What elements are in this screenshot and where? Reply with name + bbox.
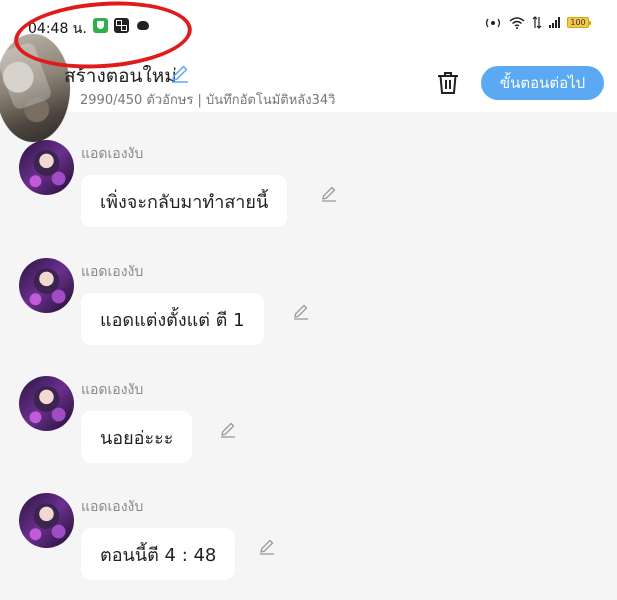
sender-name: แอดเองงับ — [81, 264, 144, 280]
next-step-button[interactable]: ขั้นตอนต่อไป — [481, 66, 604, 100]
battery-icon: 100 — [567, 17, 591, 28]
character-count-autosave: 2990/450 ตัวอักษร | บันทึกอัตโนมัติหลัง3… — [80, 93, 336, 108]
signal-icon — [549, 17, 560, 28]
edit-pencil-icon[interactable] — [258, 537, 276, 555]
avatar — [19, 140, 74, 195]
message-bubble[interactable]: แอดแต่งตั้งแต่ ตี 1 — [81, 293, 264, 345]
page-title: สร้างตอนใหม่ — [64, 65, 177, 87]
shield-app-icon — [93, 18, 108, 33]
edit-pencil-icon[interactable] — [320, 184, 338, 202]
trash-icon[interactable] — [436, 70, 460, 96]
message-bubble[interactable]: นอยอ่ะะะ — [81, 411, 193, 463]
qr-app-icon — [114, 18, 129, 33]
pencil-icon[interactable] — [170, 63, 190, 83]
avatar — [19, 258, 74, 313]
top-area: 04:48 น. 100 สร้างตอนใหม่ 2990/450 ตัวอั… — [0, 0, 617, 142]
sender-name: แอดเองงับ — [81, 499, 144, 515]
sender-name: แอดเองงับ — [81, 146, 144, 162]
chat-list: แอดเองงับ เพิ่งจะกลับมาทำสายนี้ แอดเองงั… — [0, 112, 617, 600]
avatar — [19, 493, 74, 548]
discord-icon — [136, 18, 151, 33]
edit-pencil-icon[interactable] — [292, 302, 310, 320]
status-indicators: 100 — [484, 16, 591, 29]
message-bubble[interactable]: เพิ่งจะกลับมาทำสายนี้ — [81, 175, 288, 227]
status-bar: 04:48 น. 100 — [0, 0, 617, 52]
wifi-icon — [509, 16, 525, 29]
hotspot-icon — [485, 18, 501, 27]
sender-name: แอดเองงับ — [81, 382, 144, 398]
message-bubble[interactable]: ตอนนี้ตี 4 : 48 — [81, 528, 236, 580]
data-icon — [532, 16, 542, 29]
avatar — [19, 376, 74, 431]
edit-pencil-icon[interactable] — [219, 420, 237, 438]
